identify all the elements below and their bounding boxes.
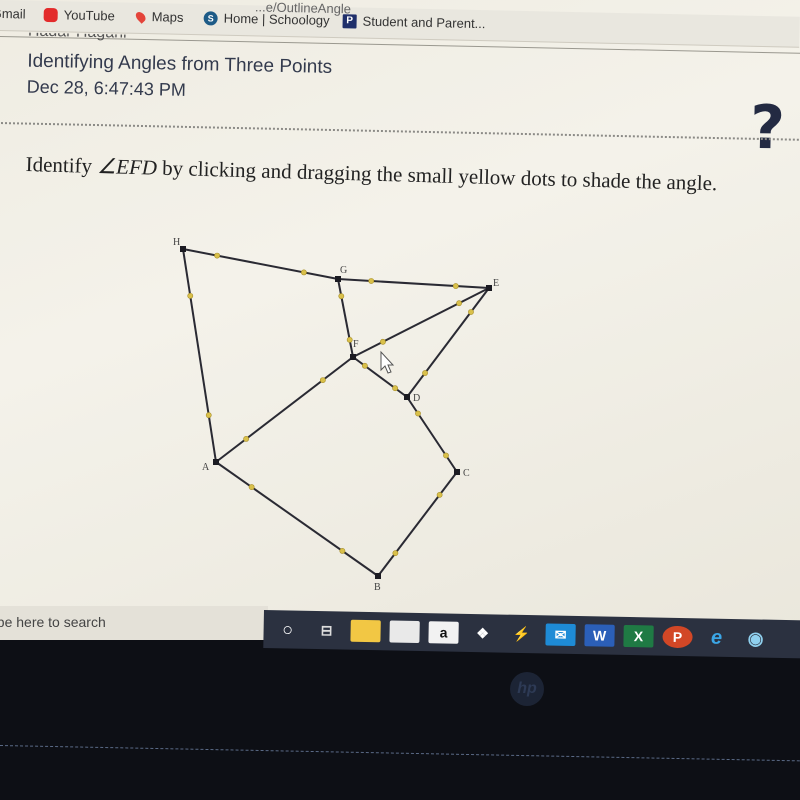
drag-handle-HA-2[interactable] (205, 412, 212, 419)
segment-DC (406, 396, 458, 473)
taskbar-task-view-icon[interactable]: ⊟ (311, 619, 341, 642)
segment-CB (377, 471, 458, 577)
taskbar-store-icon[interactable] (389, 620, 420, 643)
drag-handle-GE-2[interactable] (452, 283, 459, 289)
point-C (454, 469, 460, 475)
point-label-G: G (340, 265, 347, 276)
search-placeholder: Type here to search (0, 614, 106, 630)
drag-handle-GF-1[interactable] (338, 293, 345, 300)
segment-GE (337, 278, 490, 289)
point-A (213, 459, 219, 465)
hp-logo: hp (510, 672, 544, 706)
drag-handle-AB-1[interactable] (248, 484, 255, 490)
drag-handle-HG-2[interactable] (300, 269, 307, 276)
drag-handle-HA-1[interactable] (187, 292, 194, 299)
drag-handle-FA-2[interactable] (243, 435, 250, 442)
taskbar-dropbox-icon[interactable]: ❖ (467, 622, 497, 645)
drag-handle-CB-2[interactable] (392, 550, 399, 557)
point-label-F: F (353, 339, 359, 350)
geometry-figure[interactable]: H G E F D A C B (0, 0, 800, 640)
point-G (335, 276, 341, 282)
taskbar-mail-icon[interactable]: ✉ (545, 623, 576, 646)
taskbar-cortana-icon[interactable]: ○ (272, 618, 302, 641)
segment-HA (182, 248, 217, 463)
drag-handle-FE-1[interactable] (380, 338, 386, 345)
taskbar-word-icon[interactable]: W (584, 624, 615, 647)
taskbar-search-input[interactable]: Type here to search (0, 606, 268, 640)
point-label-B: B (374, 582, 381, 593)
drag-handle-FD-2[interactable] (392, 385, 399, 392)
drag-handle-FD-1[interactable] (361, 362, 368, 369)
point-label-E: E (493, 278, 499, 289)
segment-FD (352, 356, 408, 398)
taskbar-amazon-icon[interactable]: a (428, 621, 459, 644)
taskbar-internet-explorer-icon[interactable]: e (701, 626, 731, 649)
point-H (180, 246, 186, 252)
point-label-H: H (173, 237, 180, 248)
drag-handle-AB-2[interactable] (339, 548, 346, 554)
drag-handle-DC-2[interactable] (443, 452, 449, 459)
point-F (350, 354, 356, 360)
drag-handle-GE-1[interactable] (368, 278, 375, 284)
drag-handle-CB-1[interactable] (436, 491, 443, 498)
bezel-edge (0, 745, 800, 762)
drag-handle-GF-2[interactable] (346, 336, 353, 343)
taskbar-file-explorer-icon[interactable] (350, 619, 381, 643)
point-label-C: C (463, 468, 470, 479)
segment-FE (352, 287, 490, 358)
mouse-cursor-icon (380, 350, 395, 374)
point-label-A: A (202, 462, 210, 473)
screen: ...e/OutlineAngle Gmail YouTube Maps S Ho… (0, 0, 800, 640)
taskbar-powerpoint-icon[interactable]: P (662, 625, 693, 649)
drag-handle-FA-1[interactable] (319, 377, 326, 383)
drag-handle-ED-1[interactable] (468, 309, 474, 315)
taskbar-chrome-icon[interactable]: ◉ (740, 627, 770, 650)
segment-AB (215, 461, 379, 577)
segment-ED (406, 287, 490, 398)
drag-handle-DC-1[interactable] (415, 410, 421, 417)
taskbar-vs-code-icon[interactable]: ⚡ (506, 623, 536, 646)
point-E (486, 285, 492, 291)
point-B (375, 573, 381, 579)
drag-handle-ED-2[interactable] (422, 370, 428, 376)
segment-GF (337, 278, 354, 358)
taskbar-excel-icon[interactable]: X (623, 624, 654, 648)
drag-handle-HG-1[interactable] (214, 252, 220, 259)
segment-FA (215, 356, 354, 463)
point-D (404, 394, 410, 400)
drag-handle-FE-2[interactable] (456, 300, 462, 307)
point-label-D: D (413, 393, 420, 404)
segment-HG (182, 248, 339, 280)
